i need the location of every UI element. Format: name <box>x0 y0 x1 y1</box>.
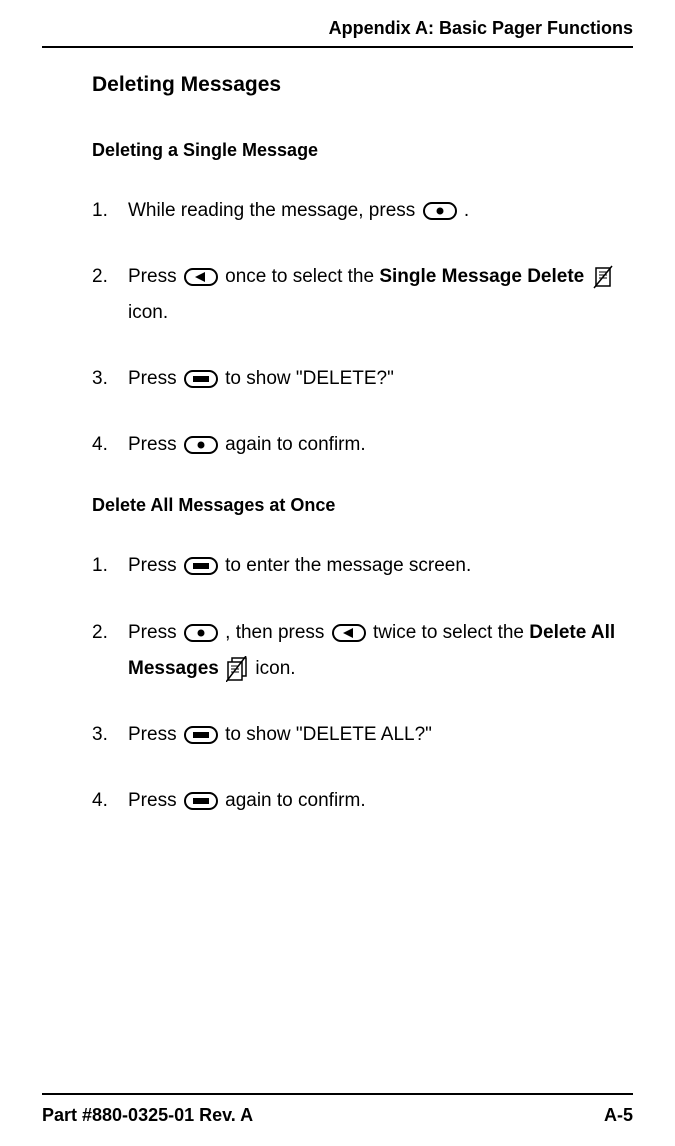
step-text: to show "DELETE ALL?" <box>220 724 432 745</box>
page-footer: Part #880-0325-01 Rev. A A-5 <box>42 1093 633 1128</box>
bar-button-icon <box>184 726 218 744</box>
left-button-icon <box>184 268 218 286</box>
step-text: again to confirm. <box>220 434 366 455</box>
list-item: While reading the message, press . <box>92 193 633 229</box>
delete-all-icon <box>226 656 248 682</box>
list-item: Press , then press twice to select the D… <box>92 615 633 687</box>
step-text: Press <box>128 622 182 643</box>
list-item: Press to show "DELETE ALL?" <box>92 717 633 753</box>
header-title: Appendix A: Basic Pager Functions <box>329 18 633 38</box>
step-text: Press <box>128 266 182 287</box>
list-item: Press again to confirm. <box>92 783 633 819</box>
section-title: Deleting Messages <box>92 70 633 99</box>
step-text: Press <box>128 790 182 811</box>
step-bold: Single Message Delete <box>379 266 584 287</box>
step-text: once to select the <box>220 266 380 287</box>
step-text: Press <box>128 555 182 576</box>
bar-button-icon <box>184 557 218 575</box>
step-text: twice to select the <box>368 622 530 643</box>
footer-left: Part #880-0325-01 Rev. A <box>42 1103 253 1128</box>
subsection-2-title: Delete All Messages at Once <box>92 493 633 518</box>
step-text: Press <box>128 368 182 389</box>
step-text: , then press <box>220 622 330 643</box>
dot-button-icon <box>184 624 218 642</box>
step-text: While reading the message, press <box>128 200 421 221</box>
single-delete-icon <box>592 264 614 290</box>
dot-button-icon <box>184 436 218 454</box>
subsection-1-title: Deleting a Single Message <box>92 138 633 163</box>
list-item: Press to enter the message screen. <box>92 548 633 584</box>
subsection-2-steps: Press to enter the message screen. Press… <box>92 548 633 818</box>
page-header: Appendix A: Basic Pager Functions <box>42 0 633 48</box>
step-text: . <box>459 200 470 221</box>
page-content: Deleting Messages Deleting a Single Mess… <box>42 48 633 819</box>
step-text: icon. <box>128 302 168 323</box>
step-text: icon. <box>250 658 295 679</box>
step-text: to show "DELETE?" <box>220 368 394 389</box>
list-item: Press to show "DELETE?" <box>92 361 633 397</box>
footer-right: A-5 <box>604 1103 633 1128</box>
step-text: Press <box>128 724 182 745</box>
dot-button-icon <box>423 202 457 220</box>
bar-button-icon <box>184 370 218 388</box>
left-button-icon <box>332 624 366 642</box>
step-text: to enter the message screen. <box>220 555 471 576</box>
bar-button-icon <box>184 792 218 810</box>
subsection-1-steps: While reading the message, press . Press… <box>92 193 633 463</box>
list-item: Press again to confirm. <box>92 427 633 463</box>
step-text: Press <box>128 434 182 455</box>
step-text: again to confirm. <box>220 790 366 811</box>
list-item: Press once to select the Single Message … <box>92 259 633 331</box>
